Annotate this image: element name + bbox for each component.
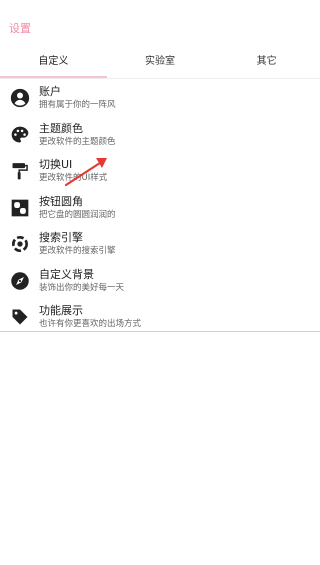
settings-item-title: 账户 — [39, 85, 61, 98]
palette-icon — [10, 125, 30, 145]
settings-item-subtitle: 更改软件的搜索引擎 — [39, 246, 116, 256]
settings-item-subtitle: 也许有你更喜欢的出场方式 — [39, 319, 142, 329]
tab-lab-label: 实验室 — [145, 56, 175, 67]
settings-item-switch-ui[interactable]: 切换UI 更改软件的UI样式 — [0, 153, 320, 190]
tab-custom[interactable]: 自定义 — [0, 48, 107, 78]
settings-item-title: 搜索引擎 — [39, 231, 83, 244]
tab-bar: 自定义 实验室 其它 — [0, 48, 320, 78]
tab-custom-label: 自定义 — [38, 56, 69, 67]
settings-item-title: 自定义背景 — [39, 267, 94, 281]
rounded-corner-icon — [10, 198, 30, 218]
settings-item-subtitle: 更改软件的主题颜色 — [39, 136, 116, 147]
settings-item-search-engine[interactable]: 搜索引擎 更改软件的搜索引擎 — [0, 226, 320, 263]
settings-list: 账户 拥有属于你的一阵风 主题颜色 更改软件的主题颜色 切换UI 更改软件的UI… — [0, 80, 320, 336]
search-engine-icon — [10, 234, 30, 254]
tab-other[interactable]: 其它 — [213, 48, 320, 78]
settings-item-subtitle: 把它盘的圆圆润润的 — [39, 209, 116, 220]
settings-item-theme-color[interactable]: 主题颜色 更改软件的主题颜色 — [0, 117, 320, 154]
settings-item-title: 功能展示 — [39, 304, 83, 317]
tabs-divider — [0, 78, 320, 79]
account-icon — [10, 88, 30, 108]
settings-item-subtitle: 装饰出你的美好每一天 — [39, 282, 125, 293]
tag-icon — [10, 307, 30, 327]
settings-item-title: 主题颜色 — [39, 121, 83, 135]
settings-item-subtitle: 拥有属于你的一阵风 — [39, 100, 116, 110]
settings-item-custom-background[interactable]: 自定义背景 装饰出你的美好每一天 — [0, 263, 320, 300]
list-divider — [0, 331, 320, 332]
settings-item-account[interactable]: 账户 拥有属于你的一阵风 — [0, 80, 320, 117]
app-header: 设置 — [0, 0, 320, 48]
settings-item-title: 按钮圆角 — [39, 194, 83, 208]
settings-item-title: 切换UI — [39, 158, 73, 171]
settings-item-button-corner[interactable]: 按钮圆角 把它盘的圆圆润润的 — [0, 190, 320, 227]
paint-roller-icon — [10, 161, 30, 181]
page-title: 设置 — [9, 22, 31, 35]
compass-icon — [10, 271, 30, 291]
settings-item-subtitle: 更改软件的UI样式 — [39, 173, 108, 183]
tab-lab[interactable]: 实验室 — [107, 48, 214, 78]
tab-other-label: 其它 — [256, 56, 277, 67]
